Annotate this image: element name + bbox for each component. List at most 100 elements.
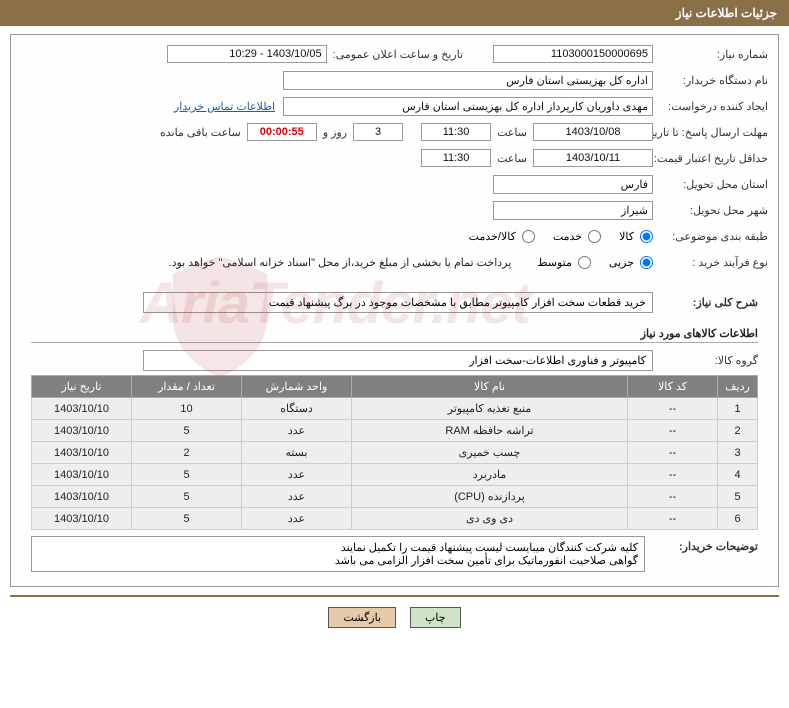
cell-code: -- xyxy=(628,442,718,464)
deadline-date: 1403/10/08 xyxy=(533,123,653,141)
city-value: شیراز xyxy=(493,201,653,220)
requester-label: ایجاد کننده درخواست: xyxy=(653,100,768,113)
radio-service-label: خدمت xyxy=(553,230,582,243)
cell-date: 1403/10/10 xyxy=(32,442,132,464)
goods-section-title: اطلاعات کالاهای مورد نیاز xyxy=(31,327,758,343)
table-row: 4--مادربردعدد51403/10/10 xyxy=(32,464,758,486)
cell-date: 1403/10/10 xyxy=(32,464,132,486)
buyer-note-line2: گواهی صلاحیت انفورماتیک برای تأمین سخت ا… xyxy=(38,554,638,567)
cell-name: مادربرد xyxy=(352,464,628,486)
radio-service[interactable] xyxy=(588,230,601,243)
class-label: طبقه بندی موضوعی: xyxy=(653,230,768,243)
process-label: نوع فرآیند خرید : xyxy=(653,256,768,269)
th-name: نام کالا xyxy=(352,376,628,398)
cell-qty: 2 xyxy=(132,442,242,464)
cell-unit: عدد xyxy=(242,486,352,508)
buyer-contact-link[interactable]: اطلاعات تماس خریدار xyxy=(174,100,275,113)
cell-unit: عدد xyxy=(242,508,352,530)
cell-qty: 5 xyxy=(132,508,242,530)
province-label: استان محل تحویل: xyxy=(653,178,768,191)
table-body: 1--منبع تغذیه کامپیوتردستگاه101403/10/10… xyxy=(32,398,758,530)
cell-code: -- xyxy=(628,420,718,442)
back-button[interactable]: بازگشت xyxy=(328,607,396,628)
cell-row: 6 xyxy=(718,508,758,530)
radio-goods-service[interactable] xyxy=(522,230,535,243)
cell-row: 4 xyxy=(718,464,758,486)
cell-row: 2 xyxy=(718,420,758,442)
th-code: کد کالا xyxy=(628,376,718,398)
cell-code: -- xyxy=(628,464,718,486)
th-row: ردیف xyxy=(718,376,758,398)
buyer-notes-label: توضیحات خریدار: xyxy=(653,536,758,553)
table-row: 1--منبع تغذیه کامپیوتردستگاه101403/10/10 xyxy=(32,398,758,420)
cell-unit: عدد xyxy=(242,420,352,442)
cell-date: 1403/10/10 xyxy=(32,420,132,442)
page-title: جزئیات اطلاعات نیاز xyxy=(676,6,777,20)
cell-qty: 5 xyxy=(132,420,242,442)
general-desc-value: خرید قطعات سخت افزار کامپیوتر مطابق با م… xyxy=(143,292,653,313)
cell-qty: 5 xyxy=(132,464,242,486)
table-row: 2--تراشه حافظه RAMعدد51403/10/10 xyxy=(32,420,758,442)
cell-code: -- xyxy=(628,508,718,530)
radio-medium-label: متوسط xyxy=(537,256,572,269)
th-qty: تعداد / مقدار xyxy=(132,376,242,398)
cell-unit: بسته xyxy=(242,442,352,464)
cell-name: پردازنده (CPU) xyxy=(352,486,628,508)
table-row: 6--دی وی دیعدد51403/10/10 xyxy=(32,508,758,530)
cell-qty: 5 xyxy=(132,486,242,508)
cell-name: تراشه حافظه RAM xyxy=(352,420,628,442)
general-desc-label: شرح کلی نیاز: xyxy=(653,296,758,309)
countdown-timer: 00:00:55 xyxy=(247,123,317,141)
details-panel: شماره نیاز: 1103000150000695 تاریخ و ساع… xyxy=(10,34,779,587)
announce-dt-label: تاریخ و ساعت اعلان عمومی: xyxy=(333,48,463,61)
cell-date: 1403/10/10 xyxy=(32,398,132,420)
process-note: پرداخت تمام یا بخشی از مبلغ خرید،از محل … xyxy=(169,256,512,269)
buyer-note-line1: کلیه شرکت کنندگان میبایست لیست پیشنهاد ق… xyxy=(38,541,638,554)
button-row: بازگشت چاپ xyxy=(0,607,789,628)
group-label: گروه کالا: xyxy=(653,354,758,367)
th-date: تاریخ نیاز xyxy=(32,376,132,398)
process-radio-group: جزیی متوسط xyxy=(525,256,653,269)
days-remaining: 3 xyxy=(353,123,403,141)
need-no-label: شماره نیاز: xyxy=(653,48,768,61)
cell-qty: 10 xyxy=(132,398,242,420)
time-word-1: ساعت xyxy=(497,126,527,139)
th-unit: واحد شمارش xyxy=(242,376,352,398)
class-radio-group: کالا خدمت کالا/خدمت xyxy=(457,230,653,243)
buyer-org-label: نام دستگاه خریدار: xyxy=(653,74,768,87)
cell-date: 1403/10/10 xyxy=(32,508,132,530)
cell-name: دی وی دی xyxy=(352,508,628,530)
radio-medium[interactable] xyxy=(578,256,591,269)
cell-row: 3 xyxy=(718,442,758,464)
province-value: فارس xyxy=(493,175,653,194)
cell-date: 1403/10/10 xyxy=(32,486,132,508)
city-label: شهر محل تحویل: xyxy=(653,204,768,217)
cell-unit: عدد xyxy=(242,464,352,486)
cell-code: -- xyxy=(628,486,718,508)
radio-goods-service-label: کالا/خدمت xyxy=(469,230,516,243)
radio-minor[interactable] xyxy=(640,256,653,269)
deadline-label: مهلت ارسال پاسخ: تا تاریخ: xyxy=(653,126,768,139)
radio-minor-label: جزیی xyxy=(609,256,634,269)
radio-goods[interactable] xyxy=(640,230,653,243)
cell-row: 1 xyxy=(718,398,758,420)
cell-name: چسب خمیری xyxy=(352,442,628,464)
cell-name: منبع تغذیه کامپیوتر xyxy=(352,398,628,420)
need-no-value: 1103000150000695 xyxy=(493,45,653,63)
cell-row: 5 xyxy=(718,486,758,508)
validity-time: 11:30 xyxy=(421,149,491,167)
table-row: 5--پردازنده (CPU)عدد51403/10/10 xyxy=(32,486,758,508)
days-suffix: روز و xyxy=(323,126,347,139)
page-header: جزئیات اطلاعات نیاز xyxy=(0,0,789,26)
print-button[interactable]: چاپ xyxy=(410,607,461,628)
validity-date: 1403/10/11 xyxy=(533,149,653,167)
cell-unit: دستگاه xyxy=(242,398,352,420)
bottom-divider xyxy=(10,595,779,597)
buyer-org-value: اداره کل بهزیستی استان فارس xyxy=(283,71,653,90)
group-value: کامپیوتر و فناوری اطلاعات-سخت افزار xyxy=(143,350,653,371)
validity-label: حداقل تاریخ اعتبار قیمت: تا تاریخ: xyxy=(653,152,768,165)
table-row: 3--چسب خمیریبسته21403/10/10 xyxy=(32,442,758,464)
announce-dt-value: 1403/10/05 - 10:29 xyxy=(167,45,327,63)
goods-table: ردیف کد کالا نام کالا واحد شمارش تعداد /… xyxy=(31,375,758,530)
deadline-time: 11:30 xyxy=(421,123,491,141)
